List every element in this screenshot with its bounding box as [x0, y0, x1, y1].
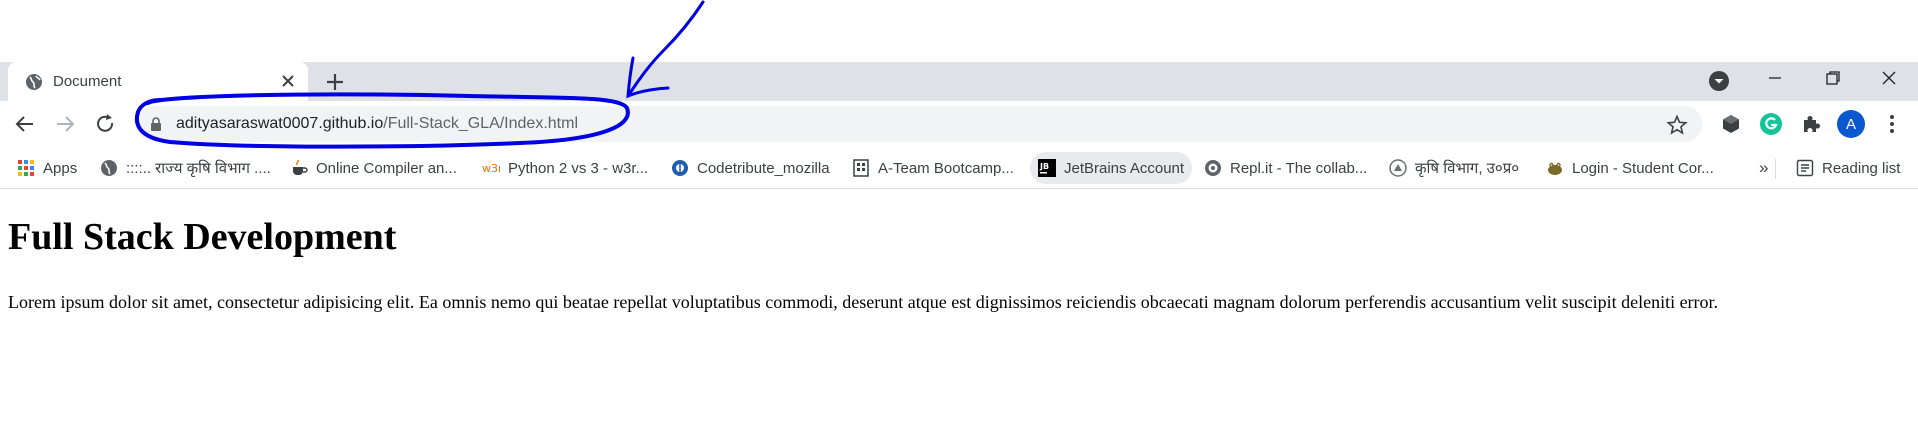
bookmark-label: Apps [43, 159, 78, 177]
bookmark-label: Online Compiler an... [316, 159, 457, 177]
lock-icon[interactable] [148, 116, 164, 132]
back-arrow-icon[interactable] [12, 111, 38, 137]
bookmarks-overflow-button[interactable]: » [1751, 152, 1776, 184]
page-content: Full Stack Development Lorem ipsum dolor… [0, 190, 1918, 448]
frog-icon [1548, 162, 1562, 175]
bookmarks-bar: Apps ::::.. राज्य कृषि विभाग .... Online… [0, 147, 1918, 189]
overflow-chevron-icon: » [1759, 158, 1769, 177]
reading-list-label: Reading list [1822, 159, 1901, 177]
bookmark-label: Python 2 vs 3 - w3r... [508, 159, 649, 177]
jetbrains-icon: JB [1038, 159, 1056, 177]
more-menu-icon[interactable] [1880, 112, 1904, 136]
globe-icon [101, 160, 117, 176]
page-heading: Full Stack Development [8, 216, 397, 258]
bookmark-label: JetBrains Account [1064, 159, 1185, 177]
bookmark-label: Login - Student Cor... [1572, 159, 1714, 177]
bookmark-python-w3r[interactable]: w3r Python 2 vs 3 - w3r... [474, 152, 656, 184]
minimize-button[interactable] [1746, 62, 1804, 94]
emblem-icon [1389, 159, 1407, 177]
tab-search-icon[interactable] [1708, 70, 1730, 92]
bookmark-login-student[interactable]: Login - Student Cor... [1538, 152, 1722, 184]
bookmark-a-team-bootcamp[interactable]: A-Team Bootcamp... [844, 152, 1022, 184]
codetribute-icon [672, 160, 688, 176]
url-text[interactable]: adityasaraswat0007.github.io/Full-Stack_… [176, 115, 578, 133]
bookmark-label: Repl.it - The collab... [1230, 159, 1368, 177]
building-icon [853, 159, 869, 177]
bookmark-online-compiler[interactable]: Online Compiler an... [282, 152, 465, 184]
bookmarks-divider [1775, 159, 1776, 179]
address-bar[interactable]: adityasaraswat0007.github.io/Full-Stack_… [136, 106, 1702, 142]
page-paragraph: Lorem ipsum dolor sit amet, consectetur … [8, 292, 1719, 312]
grammarly-icon[interactable] [1759, 112, 1783, 136]
globe-icon [26, 74, 42, 90]
reading-list-icon [1796, 159, 1814, 177]
forward-arrow-icon[interactable] [52, 111, 78, 137]
svg-text:JB: JB [1039, 162, 1049, 171]
tab-document[interactable]: Document [8, 62, 308, 101]
reload-icon[interactable] [92, 111, 118, 137]
bookmark-codetribute[interactable]: Codetribute_mozilla [663, 152, 838, 184]
tab-strip: Document [0, 62, 1918, 101]
cube-extension-icon[interactable] [1719, 112, 1743, 136]
apps-grid-icon [18, 160, 34, 176]
browser-toolbar: adityasaraswat0007.github.io/Full-Stack_… [0, 101, 1918, 147]
bookmark-rajya-krishi[interactable]: ::::.. राज्य कृषि विभाग .... [92, 152, 279, 184]
restore-button[interactable] [1804, 62, 1862, 94]
coffee-cup-icon [293, 159, 308, 175]
minimize-icon [1769, 77, 1781, 79]
extensions-puzzle-icon[interactable] [1799, 112, 1823, 136]
w3r-icon: w3r [482, 162, 500, 175]
profile-avatar[interactable]: A [1837, 110, 1865, 138]
close-window-icon [1882, 71, 1896, 85]
url-host: adityasaraswat0007.github.io [176, 115, 384, 132]
svg-text:w3r: w3r [482, 162, 500, 175]
bookmark-label: कृषि विभाग, उ०प्र० [1415, 160, 1520, 177]
replit-icon [1205, 160, 1221, 176]
restore-icon [1826, 71, 1840, 85]
tab-title: Document [53, 73, 122, 90]
reading-list-button[interactable]: Reading list [1788, 152, 1908, 184]
bookmark-replit[interactable]: Repl.it - The collab... [1196, 152, 1375, 184]
url-path: /Full-Stack_GLA/Index.html [383, 115, 578, 132]
bookmark-star-icon[interactable] [1666, 114, 1688, 136]
bookmark-label: ::::.. राज्य कृषि विभाग .... [126, 160, 271, 177]
new-tab-plus-icon[interactable] [323, 70, 347, 94]
bookmark-label: A-Team Bootcamp... [878, 159, 1014, 177]
close-window-button[interactable] [1860, 62, 1918, 94]
close-tab-icon[interactable] [278, 71, 298, 91]
bookmark-apps[interactable]: Apps [9, 152, 85, 184]
bookmark-jetbrains[interactable]: JB JetBrains Account [1030, 152, 1193, 184]
bookmark-krishi-vibhag[interactable]: कृषि विभाग, उ०प्र० [1381, 152, 1527, 184]
bookmark-label: Codetribute_mozilla [697, 159, 830, 177]
